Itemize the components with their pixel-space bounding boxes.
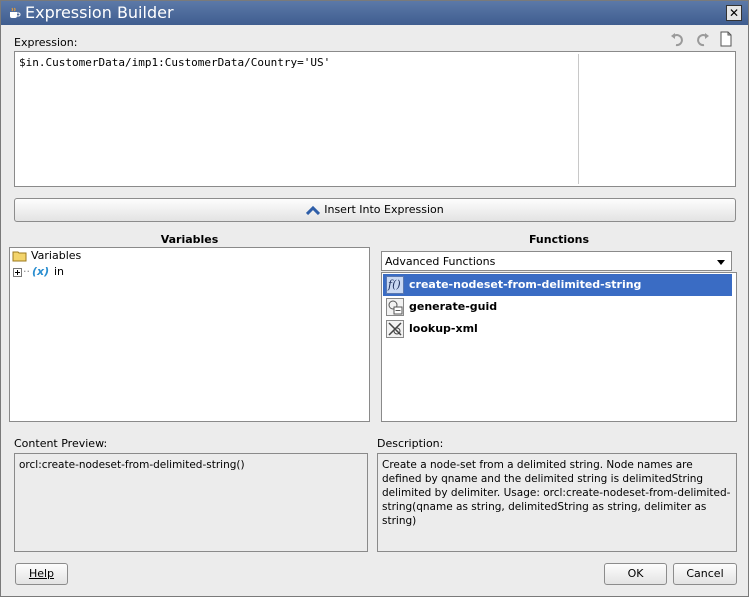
expression-text: $in.CustomerData/imp1:CustomerData/Count… <box>19 56 331 69</box>
content-preview-label: Content Preview: <box>14 437 108 450</box>
content-preview-box: orcl:create-nodeset-from-delimited-strin… <box>14 453 368 552</box>
cancel-button-label: Cancel <box>686 567 724 580</box>
expression-label: Expression: <box>14 36 78 49</box>
tree-node-label: Variables <box>31 249 82 262</box>
expression-builder-window: Expression Builder ✕ Expression: $in.Cus… <box>0 0 749 597</box>
variable-x-icon: (x) <box>32 265 50 278</box>
insert-into-expression-button[interactable]: Insert Into Expression <box>14 198 736 222</box>
expression-toolbar <box>670 31 734 49</box>
undo-icon[interactable] <box>670 31 686 47</box>
description-box: Create a node-set from a delimited strin… <box>377 453 737 552</box>
help-button-label: Help <box>28 567 55 580</box>
title-bar: Expression Builder ✕ <box>1 1 748 25</box>
function-label: generate-guid <box>409 300 498 313</box>
function-label: lookup-xml <box>409 322 478 335</box>
guid-icon <box>386 298 404 316</box>
function-fx-icon: f() <box>386 276 404 294</box>
variables-tree: Variables ·· (x) in <box>9 247 370 422</box>
help-button[interactable]: Help <box>15 563 68 585</box>
functions-title: Functions <box>528 233 590 246</box>
close-icon: ✕ <box>728 6 740 20</box>
description-label: Description: <box>377 437 444 450</box>
description-text: Create a node-set from a delimited strin… <box>382 459 731 527</box>
xml-lookup-icon <box>386 320 404 338</box>
ok-button-label: OK <box>627 567 644 580</box>
functions-list: f() create-nodeset-from-delimited-string… <box>381 272 737 422</box>
expand-plus-icon[interactable] <box>13 268 22 277</box>
app-cup-icon <box>10 7 21 18</box>
expression-editor[interactable]: $in.CustomerData/imp1:CustomerData/Count… <box>14 51 736 187</box>
insert-button-label: Insert Into Expression <box>324 203 444 216</box>
close-button[interactable]: ✕ <box>726 5 742 21</box>
function-item-generate-guid[interactable]: generate-guid <box>383 296 732 318</box>
redo-icon[interactable] <box>694 31 710 47</box>
function-item-lookup-xml[interactable]: lookup-xml <box>383 318 732 340</box>
content-preview-text: orcl:create-nodeset-from-delimited-strin… <box>19 459 245 471</box>
new-document-icon[interactable] <box>718 31 734 47</box>
folder-icon <box>12 251 27 262</box>
cancel-button[interactable]: Cancel <box>673 563 737 585</box>
editor-divider <box>578 54 579 184</box>
tree-connector: ·· <box>23 265 30 278</box>
window-title: Expression Builder <box>25 3 174 22</box>
function-category-value: Advanced Functions <box>385 255 496 268</box>
tree-node-label: in <box>54 265 65 278</box>
ok-button[interactable]: OK <box>604 563 667 585</box>
insert-caret-icon <box>306 205 321 215</box>
variables-title: Variables <box>160 233 219 246</box>
function-category-select[interactable]: Advanced Functions <box>381 251 732 271</box>
function-label: create-nodeset-from-delimited-string <box>409 278 642 291</box>
function-item-create-nodeset[interactable]: f() create-nodeset-from-delimited-string <box>383 274 732 296</box>
chevron-down-icon <box>717 260 725 265</box>
